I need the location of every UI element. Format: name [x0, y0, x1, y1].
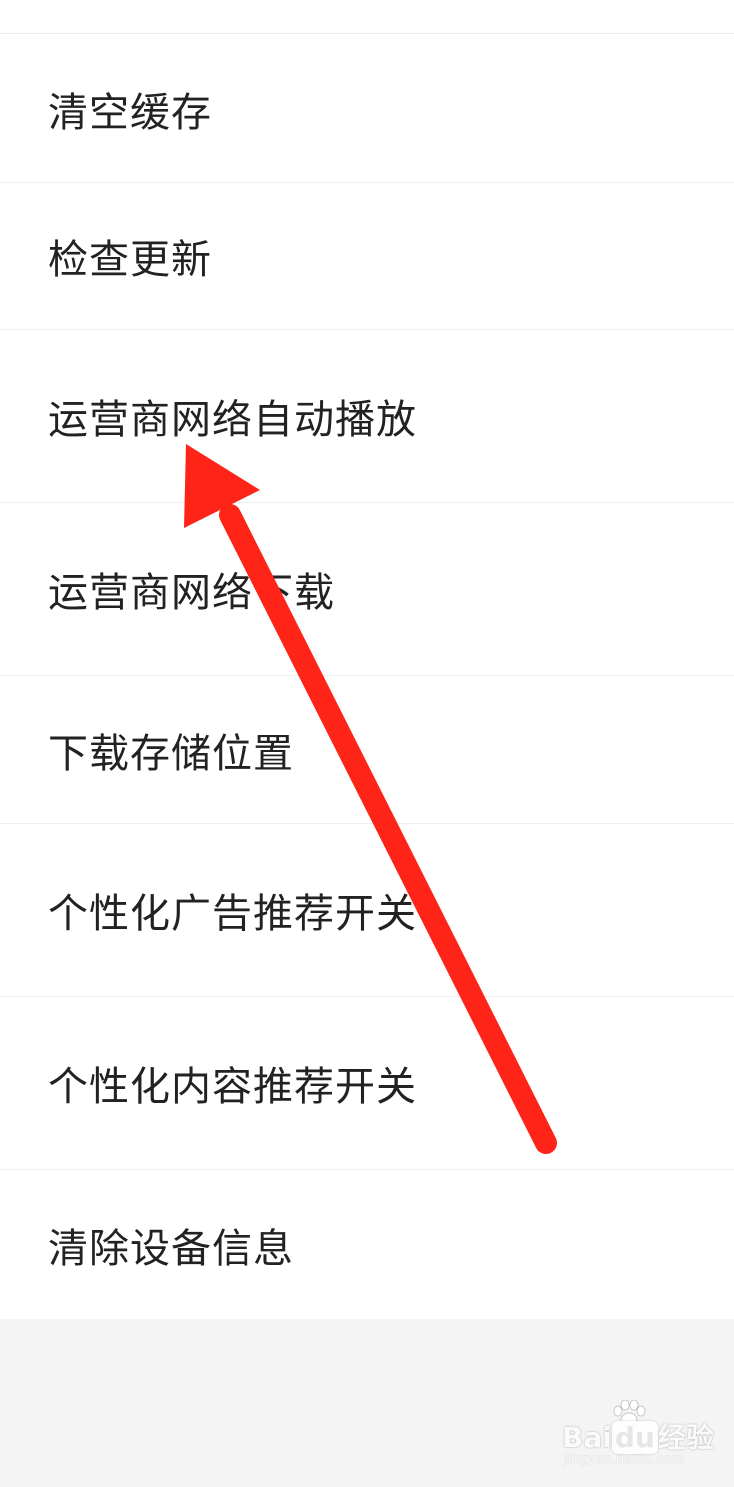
- settings-item-label: 个性化广告推荐开关: [48, 891, 417, 937]
- settings-item-label: 清除设备信息: [48, 1225, 294, 1272]
- previous-settings-item[interactable]: [0, 0, 734, 34]
- settings-item-clear-cache[interactable]: 清空缓存: [0, 35, 734, 183]
- settings-item-label: 个性化内容推荐开关: [48, 1064, 417, 1110]
- settings-item-download-location[interactable]: 下载存储位置: [0, 676, 734, 824]
- settings-item-personalized-ads[interactable]: 个性化广告推荐开关: [0, 824, 734, 997]
- watermark-logo-du: du: [611, 1421, 658, 1454]
- settings-item-clear-device-info[interactable]: 清除设备信息: [0, 1170, 734, 1319]
- settings-item-label: 清空缓存: [48, 89, 212, 136]
- watermark-logo: Bai du 经验: [562, 1416, 714, 1456]
- settings-item-label: 运营商网络自动播放: [48, 397, 417, 443]
- settings-item-label: 检查更新: [48, 237, 212, 283]
- baidu-jingyan-watermark: Bai du 经验 jingyan.baidu.com: [562, 1400, 722, 1474]
- settings-item-label: 运营商网络下载: [48, 570, 335, 616]
- settings-item-cellular-autoplay[interactable]: 运营商网络自动播放: [0, 330, 734, 503]
- watermark-subtitle: jingyan.baidu.com: [564, 1452, 684, 1467]
- settings-item-personalized-content[interactable]: 个性化内容推荐开关: [0, 997, 734, 1170]
- settings-list: 清空缓存 检查更新 运营商网络自动播放 运营商网络下载 下载存储位置 个性化广告…: [0, 0, 734, 1319]
- settings-item-cellular-download[interactable]: 运营商网络下载: [0, 503, 734, 676]
- settings-item-label: 下载存储位置: [48, 730, 294, 777]
- settings-item-check-update[interactable]: 检查更新: [0, 183, 734, 330]
- watermark-logo-suffix: 经验: [657, 1421, 714, 1454]
- watermark-logo-prefix: Bai: [562, 1421, 612, 1454]
